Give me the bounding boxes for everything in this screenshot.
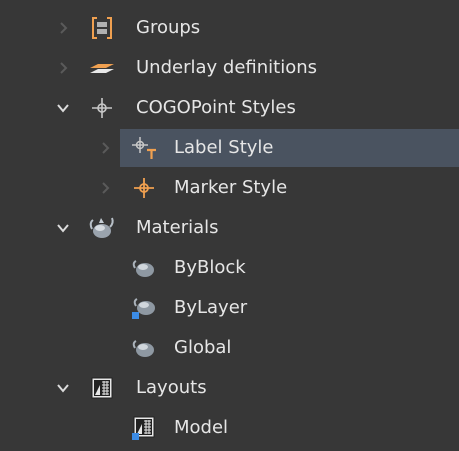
chevron-right-icon[interactable] <box>52 8 74 48</box>
underlay-sheet-icon <box>88 48 116 88</box>
tree-item-groups[interactable]: Groups <box>0 8 459 48</box>
tree-item-label: Layouts <box>136 377 207 398</box>
material-teapot-icon <box>130 248 158 288</box>
chevron-right-icon[interactable] <box>52 48 74 88</box>
tree-item-bylayer[interactable]: ByLayer <box>0 288 459 328</box>
chevron-down-icon[interactable] <box>52 208 74 248</box>
tree-item-label: COGOPoint Styles <box>136 97 296 118</box>
tree-item-label: Global <box>174 337 232 358</box>
tree-item-label: Underlay definitions <box>136 57 317 78</box>
tree-item-layouts[interactable]: Layouts <box>0 368 459 408</box>
selection-highlight <box>120 129 459 167</box>
tree-item-marker-style[interactable]: Marker Style <box>0 168 459 208</box>
layout-grid-icon <box>88 368 116 408</box>
marker-style-crosshair-icon <box>130 168 158 208</box>
chevron-down-icon[interactable] <box>52 88 74 128</box>
group-bracket-icon <box>88 8 116 48</box>
tree-item-materials[interactable]: Materials <box>0 208 459 248</box>
tree-item-model[interactable]: Model <box>0 408 459 448</box>
layout-model-icon <box>130 408 158 448</box>
material-teapot-icon <box>130 328 158 368</box>
tree-item-label: Materials <box>136 217 219 238</box>
tree-item-cogopoint-styles[interactable]: COGOPoint Styles <box>0 88 459 128</box>
chevron-down-icon[interactable] <box>52 368 74 408</box>
tree-item-label: Marker Style <box>174 177 288 198</box>
tree-item-byblock[interactable]: ByBlock <box>0 248 459 288</box>
material-teapot-icon <box>130 288 158 328</box>
tree-item-underlay-definitions[interactable]: Underlay definitions <box>0 48 459 88</box>
cogopoint-crosshair-icon <box>88 88 116 128</box>
tree-item-label: Groups <box>136 17 201 38</box>
tree-item-label: ByLayer <box>174 297 248 318</box>
chevron-right-icon[interactable] <box>94 168 116 208</box>
label-style-crosshair-text-icon <box>130 128 158 168</box>
tree-item-label-style[interactable]: Label Style <box>0 128 459 168</box>
tree-item-label: Label Style <box>174 137 274 158</box>
chevron-right-icon[interactable] <box>94 128 116 168</box>
styles-tree: Groups Underlay definitions COGOPoint St… <box>0 0 459 451</box>
tree-item-label: Model <box>174 417 229 438</box>
materials-teapot-icon <box>88 208 116 248</box>
tree-item-label: ByBlock <box>174 257 246 278</box>
tree-item-global[interactable]: Global <box>0 328 459 368</box>
